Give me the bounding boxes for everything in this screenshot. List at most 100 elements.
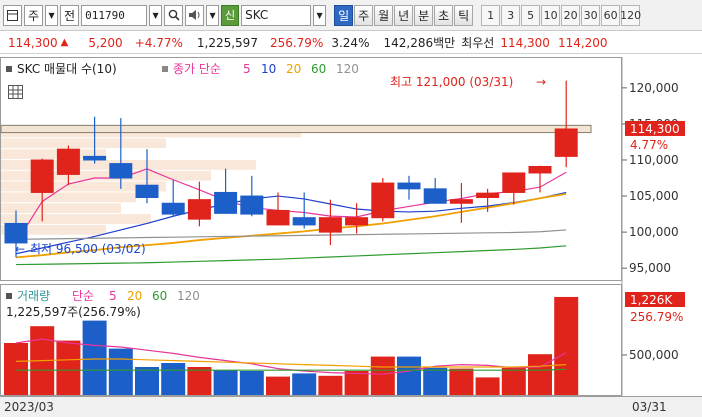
up-triangle-icon: ▲ (60, 37, 69, 48)
low-arrow-icon: ← (15, 242, 25, 256)
volume-bar (239, 371, 264, 395)
volume-bar (449, 368, 474, 395)
profile-bar (1, 138, 166, 149)
price-change-pct: +4.77% (134, 35, 183, 50)
high-annotation: 최고 121,000 (03/31) (390, 75, 513, 89)
chevron-down-icon[interactable]: ▼ (45, 4, 59, 26)
candle-body (345, 217, 369, 226)
volume-current-tag-text: 1,226K (630, 293, 673, 307)
stock-chart[interactable]: 120,000115,000110,000105,000100,00095,00… (0, 55, 702, 417)
interval-button-1[interactable]: 1 (481, 4, 501, 26)
code-dropdown-chevron-icon[interactable]: ▼ (149, 4, 163, 26)
y-tick-label: 120,000 (629, 81, 679, 95)
candle-body (502, 172, 526, 193)
candle-body (187, 199, 211, 220)
candle-body (83, 155, 107, 161)
interval-button-30[interactable]: 30 (581, 4, 601, 26)
period-button-6[interactable]: 틱 (454, 4, 474, 26)
volume-bar (475, 377, 500, 395)
interval-button-5[interactable]: 5 (521, 4, 541, 26)
period-prefix[interactable]: 주 (24, 4, 44, 26)
candle-body (135, 184, 159, 198)
toolbar: 주 ▼ 전 011790 ▼ ▼ 신 SKC ▼ 일주월년분초틱 1 3 5 10 20… (0, 0, 702, 31)
candle-body (4, 222, 28, 244)
profile-bar (1, 192, 136, 203)
y-tick-label: 100,000 (629, 225, 679, 239)
price-ma-label: 종가 단순 (173, 62, 221, 76)
x-axis-end-label: 03/31 (632, 400, 667, 414)
candle-body (109, 163, 133, 179)
turnover-pct: 3.24% (331, 35, 370, 50)
period-button-5[interactable]: 초 (434, 4, 454, 26)
credit-badge: 신 (221, 4, 240, 26)
candle-body (397, 182, 421, 190)
interval-button-120[interactable]: 120 (620, 4, 641, 26)
y-tick-label: 110,000 (629, 153, 679, 167)
candle-body (292, 217, 316, 226)
ma-legend-20: 20 (127, 289, 142, 303)
grid-toggle-icon[interactable] (8, 85, 23, 99)
volume-bar (161, 363, 186, 395)
chart-type-icon[interactable] (3, 4, 22, 26)
candle-body (371, 182, 395, 219)
ma-legend-120: 120 (177, 289, 200, 303)
speaker-icon[interactable] (185, 4, 205, 26)
interval-button-3[interactable]: 3 (501, 4, 521, 26)
y-tick-label: 95,000 (629, 261, 671, 275)
ma-legend-bullet-icon (162, 66, 168, 72)
candle-body (423, 188, 447, 204)
quote-bar: 114,300 ▲ 5,200 +4.77% 1,225,597 256.79%… (0, 32, 702, 54)
interval-button-60[interactable]: 60 (601, 4, 621, 26)
candle-body (476, 192, 500, 198)
candle-body (214, 191, 238, 214)
stock-name-field[interactable]: SKC (241, 4, 312, 26)
volume-value: 1,225,597 (196, 35, 258, 50)
ma-legend-60: 60 (152, 289, 167, 303)
ma-legend-20: 20 (286, 62, 301, 76)
low-annotation: 최저 96,500 (03/02) (30, 242, 146, 256)
volume-bar (370, 356, 395, 395)
period-button-0[interactable]: 일 (334, 4, 354, 26)
period-button-3[interactable]: 년 (394, 4, 414, 26)
x-axis-strip (0, 396, 702, 417)
interval-buttons: 1 3 5 10 20 30 60 120 (481, 4, 641, 26)
ma-legend-10: 10 (261, 62, 276, 76)
name-dropdown-chevron-icon[interactable]: ▼ (313, 4, 327, 26)
volume-ratio: 256.79% (269, 35, 324, 50)
candle-body (161, 202, 185, 215)
search-icon[interactable] (164, 4, 184, 26)
y-tick-label: 105,000 (629, 189, 679, 203)
volume-current-pct: 256.79% (630, 310, 683, 324)
ma-legend-5: 5 (243, 62, 251, 76)
volume-bar (554, 296, 579, 395)
volume-bar (344, 371, 369, 395)
stock-code-input[interactable]: 011790 (81, 4, 148, 26)
volume-current-text: 1,225,597주(256.79%) (6, 305, 141, 319)
period-button-1[interactable]: 주 (354, 4, 374, 26)
volume-bar (528, 354, 552, 395)
current-price: 114,300 (8, 35, 58, 50)
volume-bar (213, 370, 238, 395)
volume-bar (318, 375, 343, 395)
period-button-4[interactable]: 분 (414, 4, 434, 26)
sound-dropdown-chevron-icon[interactable]: ▼ (206, 4, 220, 26)
legend-bullet-icon (6, 66, 12, 72)
price-legend-name: SKC 매물대 수(10) (17, 62, 117, 76)
best-ask: 114,300 (500, 35, 550, 50)
interval-button-10[interactable]: 10 (541, 4, 561, 26)
ma-legend-60: 60 (311, 62, 326, 76)
volume-bar (56, 340, 81, 395)
volume-legend-bullet-icon (6, 293, 12, 299)
interval-button-20[interactable]: 20 (561, 4, 581, 26)
volume-bar (82, 320, 107, 395)
volume-bar (501, 367, 526, 395)
volume-y-tick-label: 500,000 (629, 348, 679, 362)
candle-body (240, 195, 264, 215)
ma-legend-5: 5 (109, 289, 117, 303)
period-buttons: 일주월년분초틱 (334, 4, 474, 26)
trade-amount: 142,286백만 (383, 36, 456, 50)
period-button-2[interactable]: 월 (374, 4, 394, 26)
prev-button[interactable]: 전 (60, 4, 80, 26)
current-price-band (0, 124, 592, 134)
best-ask-label: 최우선 (461, 36, 495, 50)
